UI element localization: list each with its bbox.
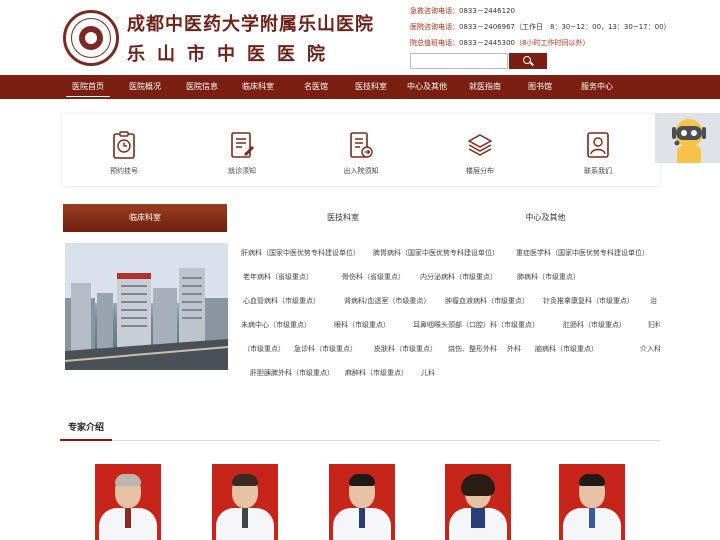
quick-link-label: 楼层分布: [466, 167, 494, 175]
experts-section-title[interactable]: 专家介绍: [68, 420, 104, 433]
dept-link[interactable]: 内分泌病科（市级重点）: [420, 272, 497, 282]
nav-item-home[interactable]: 医院首页: [62, 75, 114, 99]
quick-link-admission-notice[interactable]: 出入院须知: [301, 114, 421, 186]
document-arrow-icon: [350, 132, 373, 158]
quick-link-floor-map[interactable]: 楼层分布: [420, 114, 540, 186]
main-nav: 医院首页 医院概况 医院信息 临床科室 名医馆 医技科室 中心及其他 就医指南 …: [0, 75, 720, 99]
search-icon: [523, 56, 531, 64]
nav-item-guide[interactable]: 就医指南: [459, 75, 511, 99]
dept-link[interactable]: 肝胆胰脾外科（市级重点）: [250, 368, 334, 378]
nav-item-overview[interactable]: 医院概况: [119, 75, 171, 99]
dept-link[interactable]: 肿瘤血液病科（市级重点）: [445, 296, 529, 306]
dept-link[interactable]: 皮肤科（市级重点）: [374, 344, 437, 354]
quick-link-contact[interactable]: 联系我们: [538, 114, 658, 186]
tab-medtech-depts[interactable]: 医技科室: [283, 204, 403, 232]
clock-clipboard-icon: [113, 131, 135, 159]
expert-photo[interactable]: [329, 464, 395, 540]
nav-item-medtech[interactable]: 医技科室: [345, 75, 397, 99]
hotline-duty: 院总值班电话：0833－2445300（8小时工作时间以外）: [410, 39, 590, 47]
quick-link-visit-notice[interactable]: 就诊须知: [182, 114, 302, 186]
dept-link[interactable]: 老年病科（省级重点）: [243, 272, 313, 282]
nav-item-info[interactable]: 医院信息: [176, 75, 228, 99]
quick-link-label: 联系我们: [584, 167, 612, 175]
layers-icon: [468, 134, 492, 156]
quick-link-label: 预约挂号: [110, 167, 138, 175]
dept-link[interactable]: 急诊科（市级重点）: [294, 344, 357, 354]
hospital-building-photo: [65, 243, 228, 370]
tab-centers-other[interactable]: 中心及其他: [493, 204, 598, 232]
search-button[interactable]: [509, 53, 547, 69]
hotline-list: 急救咨询电话：0833－2446120 医院咨询电话：0833－2406967（…: [410, 3, 671, 51]
quick-link-label: 出入院须知: [343, 167, 379, 175]
hotline-consult: 医院咨询电话：0833－2406967（工作日 8：30~12：00，13：30…: [410, 23, 671, 31]
dept-link[interactable]: 眼科（市级重点）: [334, 320, 390, 330]
expert-photo[interactable]: [95, 464, 161, 540]
hospital-name-line2[interactable]: 乐山市中医医院: [127, 40, 337, 66]
dept-link[interactable]: 针灸推拿康复科（市级重点）: [543, 296, 634, 306]
search-input[interactable]: [410, 53, 508, 69]
dept-link[interactable]: 儿科: [421, 368, 435, 378]
hospital-name-line1[interactable]: 成都中医药大学附属乐山医院: [127, 10, 374, 36]
hotline-emergency: 急救咨询电话：0833－2446120: [410, 7, 515, 15]
expert-photo[interactable]: [445, 464, 511, 540]
site-header: 成都中医药大学附属乐山医院 乐山市中医医院 急救咨询电话：0833－244612…: [0, 0, 720, 75]
dept-link[interactable]: 治: [650, 296, 657, 306]
dept-link[interactable]: 麻醉科（市级重点）: [345, 368, 408, 378]
contact-person-icon: [587, 132, 609, 158]
document-edit-icon: [231, 132, 254, 158]
department-list: 肝病科（国家中医优势专科建设单位） 脾胃病科（国家中医优势专科建设单位） 重症医…: [240, 240, 660, 385]
nav-item-famous-doctors[interactable]: 名医馆: [290, 75, 342, 99]
dept-link[interactable]: 骨伤科（省级重点）: [342, 272, 405, 282]
dept-link[interactable]: 脑病科（市级重点）: [535, 344, 598, 354]
dept-link[interactable]: 未病中心（市级重点）: [241, 320, 311, 330]
dept-link[interactable]: 外科: [507, 344, 521, 354]
section-divider-accent: [60, 439, 112, 441]
robot-assistant-icon[interactable]: [655, 113, 720, 163]
nav-item-clinical[interactable]: 临床科室: [232, 75, 284, 99]
quick-link-label: 就诊须知: [228, 167, 256, 175]
hospital-logo-icon[interactable]: [63, 10, 119, 66]
dept-link[interactable]: （市级重点）: [243, 344, 285, 354]
dept-link[interactable]: 妇科: [648, 320, 660, 330]
dept-link[interactable]: 耳鼻咽喉头颈部（口腔）科（市级重点）: [413, 320, 539, 330]
dept-link[interactable]: 重症医学科（国家中医优势专科建设单位）: [516, 248, 649, 258]
quick-link-appointment[interactable]: 预约挂号: [64, 114, 184, 186]
expert-photo[interactable]: [212, 464, 278, 540]
dept-link[interactable]: 肛肠科（市级重点）: [563, 320, 626, 330]
dept-link[interactable]: 肾病科/血透室（市级重点）: [344, 296, 430, 306]
nav-item-library[interactable]: 图书馆: [514, 75, 566, 99]
quick-links: 预约挂号 就诊须知 出入院须知 楼层分布 联系我们: [62, 114, 660, 186]
dept-link[interactable]: 烧伤、整形外科: [448, 344, 497, 354]
nav-item-service[interactable]: 服务中心: [571, 75, 623, 99]
dept-link[interactable]: 肺病科（市级重点）: [517, 272, 580, 282]
section-divider: [60, 440, 660, 441]
dept-link[interactable]: 介入科: [640, 344, 660, 354]
dept-link[interactable]: 脾胃病科（国家中医优势专科建设单位）: [373, 248, 499, 258]
nav-item-centers[interactable]: 中心及其他: [401, 75, 453, 99]
dept-link[interactable]: 心血管病科（市级重点）: [243, 296, 320, 306]
expert-photo[interactable]: [559, 464, 625, 540]
tab-clinical-depts[interactable]: 临床科室: [63, 204, 227, 232]
dept-link[interactable]: 肝病科（国家中医优势专科建设单位）: [241, 248, 360, 258]
department-tabs: 临床科室 医技科室 中心及其他: [63, 204, 660, 232]
